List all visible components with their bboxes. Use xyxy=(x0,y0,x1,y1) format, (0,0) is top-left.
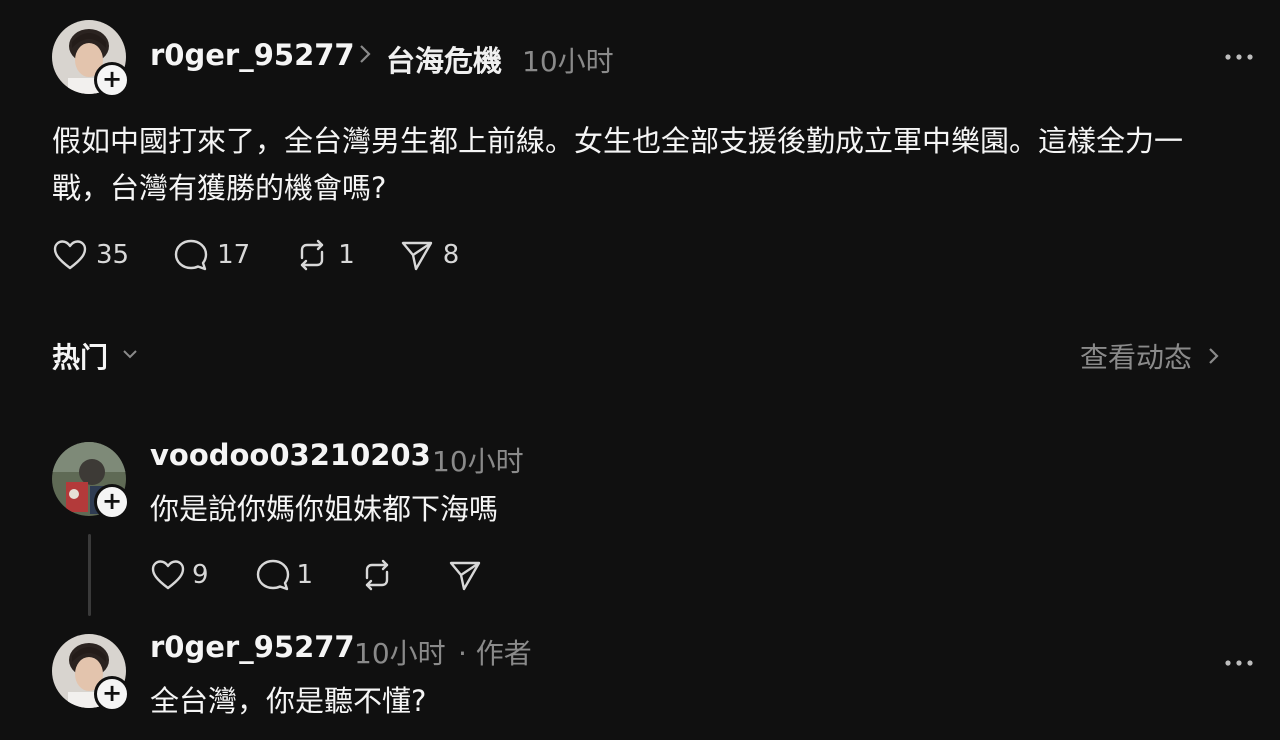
post-actions: 35 17 1 8 xyxy=(52,238,503,272)
post-topic-tag[interactable]: 台海危機 xyxy=(386,38,502,80)
repost-icon xyxy=(365,559,389,591)
comment-timestamp: 10小时 xyxy=(432,445,524,478)
like-button[interactable]: 35 xyxy=(52,239,129,271)
share-button[interactable]: 8 xyxy=(399,238,460,272)
follow-plus-icon[interactable]: + xyxy=(94,676,130,712)
heart-icon xyxy=(53,240,87,270)
post-author-avatar[interactable]: + xyxy=(52,20,130,98)
chevron-right-icon xyxy=(1209,348,1219,364)
more-dots-icon[interactable] xyxy=(1224,644,1254,674)
heart-icon xyxy=(151,560,185,590)
thread-connector-line xyxy=(88,534,91,616)
post-body-line: 假如中國打來了，全台灣男生都上前線。女生也全部支援後勤成立軍中樂園。這樣全力一 xyxy=(52,124,1184,158)
follow-plus-icon[interactable]: + xyxy=(94,62,130,98)
send-icon xyxy=(401,241,432,271)
repost-button[interactable] xyxy=(359,558,395,592)
comment-count: 17 xyxy=(217,240,251,270)
commenter-avatar[interactable]: + xyxy=(52,442,130,520)
share-button[interactable] xyxy=(447,558,483,592)
repost-icon xyxy=(300,239,324,271)
like-button[interactable]: 9 xyxy=(150,559,209,591)
sort-dropdown-label[interactable]: 热门 xyxy=(52,336,108,376)
comment-username[interactable]: voodoo03210203 xyxy=(150,438,431,472)
like-count: 35 xyxy=(96,240,130,270)
chevron-right-icon xyxy=(358,42,372,72)
comment-button[interactable]: 17 xyxy=(173,238,250,272)
comment-button[interactable]: 1 xyxy=(255,558,314,592)
reply-username[interactable]: r0ger_95277 xyxy=(150,630,355,664)
reply-body: 全台灣，你是聽不懂? xyxy=(150,684,427,718)
post-body: 假如中國打來了，全台灣男生都上前線。女生也全部支援後勤成立軍中樂園。這樣全力一 … xyxy=(52,118,1262,212)
reply-author-avatar[interactable]: + xyxy=(52,634,130,712)
reply-count: 1 xyxy=(296,560,314,590)
comment-bubble-icon xyxy=(256,559,289,591)
comment-body: 你是說你媽你姐妹都下海嗎 xyxy=(150,492,499,526)
view-activity-link[interactable]: 查看动态 xyxy=(1080,336,1226,376)
post-timestamp: 10小时 xyxy=(522,45,614,78)
comment-bubble-icon xyxy=(174,239,208,271)
like-count: 9 xyxy=(192,560,209,590)
repost-button[interactable]: 1 xyxy=(294,238,355,272)
send-icon xyxy=(449,561,481,591)
post-username[interactable]: r0ger_95277 xyxy=(150,38,355,72)
comment-actions: 9 1 xyxy=(150,558,527,592)
view-activity-label: 查看动态 xyxy=(1079,341,1192,374)
share-count: 8 xyxy=(442,240,460,270)
post-body-line: 戰，台灣有獲勝的機會嗎? xyxy=(52,171,387,205)
threads-page: + r0ger_95277 台海危機 10小时 假如中國打來了，全台灣男生都上前… xyxy=(0,0,1280,740)
author-badge: · 作者 xyxy=(458,637,532,670)
follow-plus-icon[interactable]: + xyxy=(94,484,130,520)
repost-count: 1 xyxy=(338,240,355,270)
chevron-down-icon[interactable] xyxy=(120,338,140,372)
more-dots-icon[interactable] xyxy=(1224,38,1254,68)
reply-timestamp: 10小时 xyxy=(354,637,446,670)
